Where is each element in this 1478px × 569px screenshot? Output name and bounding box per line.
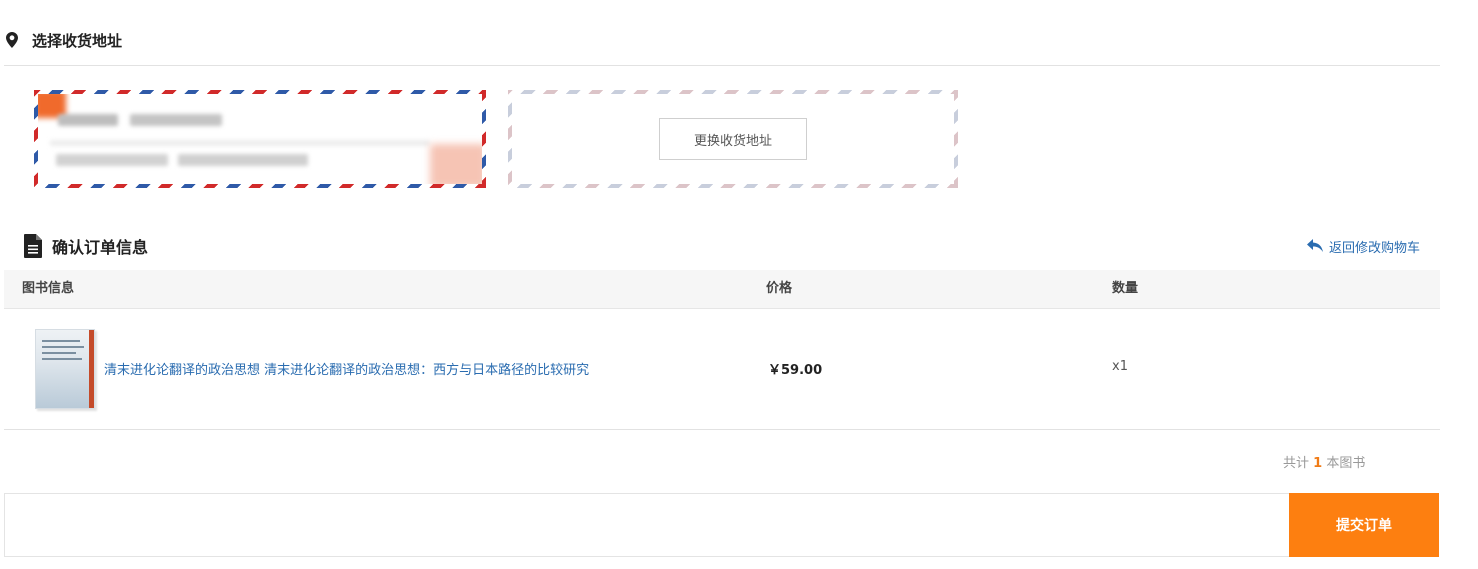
address-section-title: 选择收货地址: [32, 31, 123, 50]
blurred-separator: [50, 140, 430, 146]
blurred-stamp: [430, 144, 482, 184]
book-quantity: x1: [1112, 359, 1128, 374]
total-prefix: 共计: [1283, 456, 1310, 471]
section-divider: [4, 65, 1440, 66]
column-header-book-info: 图书信息: [22, 281, 75, 296]
map-marker-icon: [6, 32, 18, 48]
back-to-cart-label: 返回修改购物车: [1328, 240, 1420, 256]
reply-arrow-icon: [1306, 239, 1323, 252]
blurred-address-line: [56, 154, 168, 166]
book-title-link[interactable]: 清末进化论翻译的政治思想 清末进化论翻译的政治思想：西方与日本路径的比较研究: [104, 359, 589, 378]
selected-address-card[interactable]: [34, 90, 486, 188]
order-total-count: 共计 1 本图书: [1283, 452, 1365, 471]
book-price: ￥59.00: [768, 363, 823, 378]
document-icon: [24, 234, 42, 258]
total-suffix: 本图书: [1326, 456, 1366, 471]
order-section-header: 确认订单信息: [24, 232, 148, 260]
total-book-count: 1: [1313, 456, 1323, 471]
change-address-card: 更换收货地址: [508, 90, 958, 188]
order-section-title: 确认订单信息: [52, 238, 149, 257]
back-to-cart-link[interactable]: 返回修改购物车: [1306, 236, 1420, 256]
column-header-price: 价格: [766, 281, 793, 296]
blurred-recipient-name: [58, 114, 118, 126]
book-cover-image[interactable]: [35, 329, 95, 409]
blurred-recipient-phone: [130, 114, 222, 126]
blurred-address-detail: [178, 154, 308, 166]
column-header-quantity: 数量: [1112, 281, 1139, 296]
table-row: 清末进化论翻译的政治思想 清末进化论翻译的政治思想：西方与日本路径的比较研究 ￥…: [4, 309, 1440, 430]
submit-order-bar: 提交订单: [4, 493, 1439, 557]
order-table-header: 图书信息 价格 数量: [4, 270, 1440, 309]
address-section-header: 选择收货地址: [6, 28, 122, 52]
change-address-button[interactable]: 更换收货地址: [659, 118, 807, 160]
submit-order-button[interactable]: 提交订单: [1289, 493, 1439, 557]
